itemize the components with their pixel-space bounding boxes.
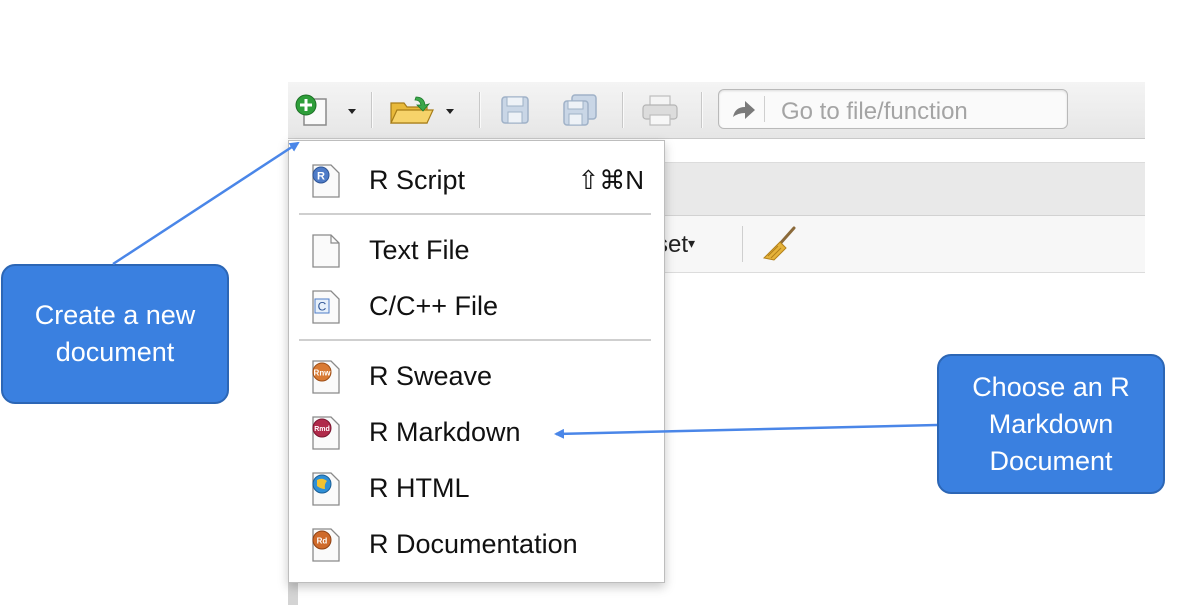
annotation-arrows [112, 141, 938, 439]
arrow-to-new-file-button [112, 141, 300, 266]
arrow-to-r-markdown [554, 423, 938, 439]
